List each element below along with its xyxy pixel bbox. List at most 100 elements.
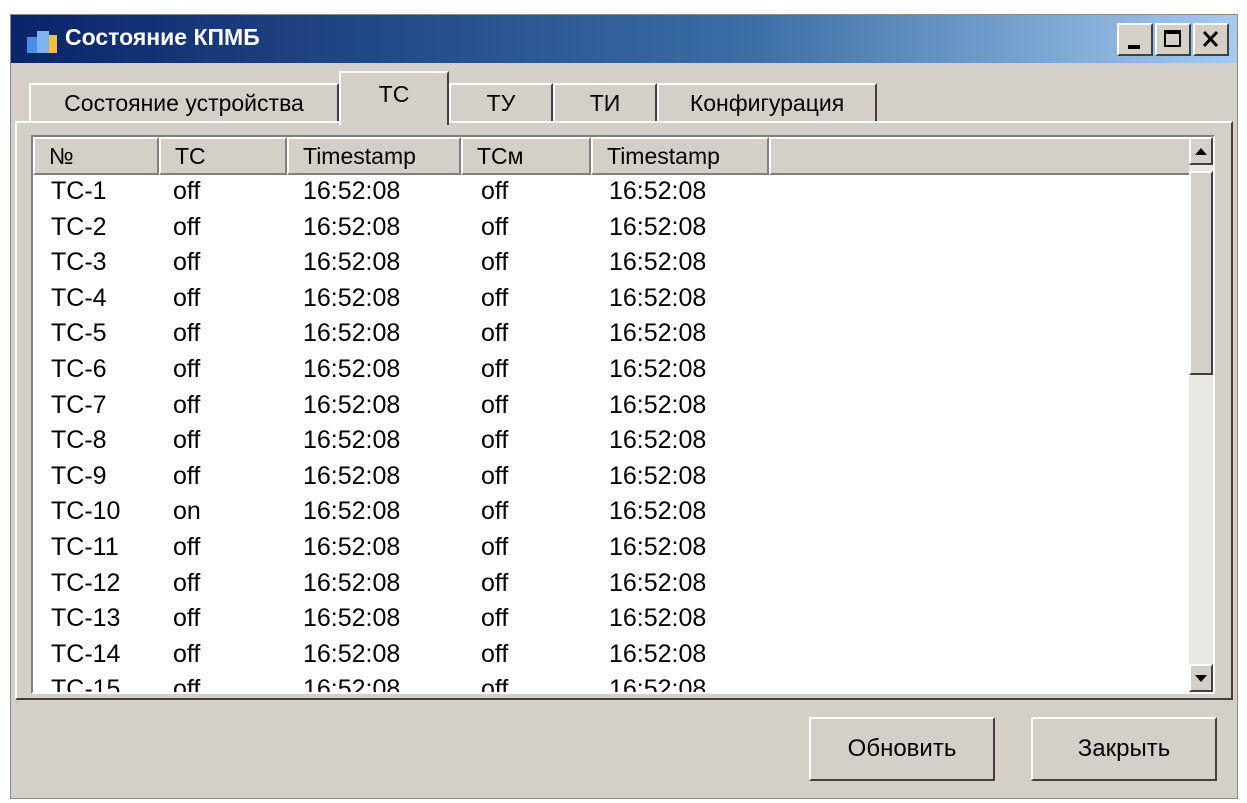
cell-number: ТС-8: [51, 426, 107, 455]
ts-list-view[interactable]: № ТС Timestamp ТСм Timestamp ТС-1 off 16:5…: [31, 135, 1215, 694]
column-header-number[interactable]: №: [33, 137, 159, 175]
cell-timestamp-2: 16:52:08: [609, 248, 707, 277]
tab-strip: Состояние устройства ТС ТУ ТИ Конфигурац…: [11, 71, 1237, 125]
scroll-up-button[interactable]: [1189, 137, 1213, 165]
cell-ts-state: off: [173, 675, 201, 694]
cell-timestamp-2: 16:52:08: [609, 461, 707, 490]
cell-timestamp-2: 16:52:08: [609, 283, 707, 312]
cell-number: ТС-15: [51, 675, 121, 694]
cell-ts-state: off: [173, 461, 201, 490]
cell-timestamp-2: 16:52:08: [609, 177, 707, 205]
cell-timestamp: 16:52:08: [303, 604, 401, 633]
table-row[interactable]: ТС-5 off 16:52:08 off 16:52:08: [33, 317, 1193, 353]
cell-timestamp-2: 16:52:08: [609, 568, 707, 597]
cell-timestamp-2: 16:52:08: [609, 355, 707, 383]
table-row[interactable]: ТС-11 off 16:52:08 off 16:52:08: [33, 531, 1193, 567]
cell-timestamp: 16:52:08: [303, 533, 401, 561]
cell-tsm-state: off: [481, 355, 509, 383]
cell-number: ТС-10: [51, 497, 121, 526]
refresh-button[interactable]: Обновить: [809, 717, 995, 781]
column-header-timestamp-2[interactable]: Timestamp: [591, 137, 769, 175]
tab-tu[interactable]: ТУ: [449, 83, 553, 123]
cell-ts-state: off: [173, 639, 201, 668]
table-row[interactable]: ТС-12 off 16:52:08 off 16:52:08: [33, 567, 1193, 603]
cell-timestamp-2: 16:52:08: [609, 604, 707, 633]
cell-ts-state: off: [173, 283, 201, 312]
minimize-button[interactable]: [1117, 23, 1153, 56]
cell-ts-state: on: [173, 497, 201, 526]
tab-device-status[interactable]: Состояние устройства: [29, 83, 339, 123]
cell-number: ТС-14: [51, 639, 121, 668]
cell-timestamp: 16:52:08: [303, 390, 401, 419]
cell-timestamp-2: 16:52:08: [609, 319, 707, 348]
cell-number: ТС-9: [51, 461, 107, 490]
cell-timestamp: 16:52:08: [303, 497, 401, 526]
maximize-icon: [1164, 30, 1181, 47]
cell-ts-state: off: [173, 390, 201, 419]
table-row[interactable]: ТС-3 off 16:52:08 off 16:52:08: [33, 246, 1193, 282]
scroll-down-button[interactable]: [1189, 664, 1213, 692]
minimize-icon: [1128, 45, 1140, 49]
cell-timestamp: 16:52:08: [303, 639, 401, 668]
cell-timestamp-2: 16:52:08: [609, 675, 707, 694]
cell-number: ТС-1: [51, 177, 107, 205]
cell-tsm-state: off: [481, 533, 509, 561]
cell-timestamp: 16:52:08: [303, 319, 401, 348]
cell-number: ТС-13: [51, 604, 121, 633]
arrow-up-icon: [1195, 148, 1207, 155]
table-row[interactable]: ТС-15 off 16:52:08 off 16:52:08: [33, 673, 1193, 694]
cell-timestamp: 16:52:08: [303, 355, 401, 383]
cell-tsm-state: off: [481, 604, 509, 633]
window-title: Состояние КПМБ: [65, 24, 260, 50]
table-row[interactable]: ТС-6 off 16:52:08 off 16:52:08: [33, 353, 1193, 389]
table-row[interactable]: ТС-8 off 16:52:08 off 16:52:08: [33, 424, 1193, 460]
maximize-button[interactable]: [1155, 23, 1191, 56]
table-row[interactable]: ТС-4 off 16:52:08 off 16:52:08: [33, 282, 1193, 318]
table-row[interactable]: ТС-2 off 16:52:08 off 16:52:08: [33, 211, 1193, 247]
cell-number: ТС-6: [51, 355, 107, 383]
cell-tsm-state: off: [481, 390, 509, 419]
cell-number: ТС-11: [51, 533, 119, 561]
cell-timestamp: 16:52:08: [303, 177, 401, 205]
cell-tsm-state: off: [481, 461, 509, 490]
table-row[interactable]: ТС-7 off 16:52:08 off 16:52:08: [33, 389, 1193, 425]
cell-tsm-state: off: [481, 248, 509, 277]
vertical-scrollbar[interactable]: [1189, 137, 1213, 692]
close-button[interactable]: [1193, 23, 1229, 56]
close-dialog-button[interactable]: Закрыть: [1031, 717, 1217, 781]
cell-timestamp: 16:52:08: [303, 426, 401, 455]
tab-ti[interactable]: ТИ: [553, 83, 657, 123]
table-row[interactable]: ТС-1 off 16:52:08 off 16:52:08: [33, 175, 1193, 211]
cell-timestamp-2: 16:52:08: [609, 426, 707, 455]
column-header-ts[interactable]: ТС: [159, 137, 287, 175]
cell-ts-state: off: [173, 319, 201, 348]
column-header-timestamp[interactable]: Timestamp: [287, 137, 461, 175]
table-row[interactable]: ТС-9 off 16:52:08 off 16:52:08: [33, 460, 1193, 496]
cell-tsm-state: off: [481, 639, 509, 668]
title-bar[interactable]: Состояние КПМБ: [11, 15, 1237, 63]
arrow-down-icon: [1195, 675, 1207, 682]
cell-ts-state: off: [173, 604, 201, 633]
cell-tsm-state: off: [481, 675, 509, 694]
cell-timestamp-2: 16:52:08: [609, 639, 707, 668]
cell-timestamp-2: 16:52:08: [609, 390, 707, 419]
table-row[interactable]: ТС-10 on 16:52:08 off 16:52:08: [33, 495, 1193, 531]
cell-ts-state: off: [173, 568, 201, 597]
scroll-thumb[interactable]: [1189, 171, 1213, 375]
cell-ts-state: off: [173, 533, 201, 561]
tab-ts[interactable]: ТС: [339, 71, 449, 125]
cell-timestamp: 16:52:08: [303, 568, 401, 597]
cell-ts-state: off: [173, 212, 201, 241]
app-icon: [27, 31, 57, 53]
cell-ts-state: off: [173, 177, 201, 205]
table-row[interactable]: ТС-13 off 16:52:08 off 16:52:08: [33, 602, 1193, 638]
cell-timestamp: 16:52:08: [303, 248, 401, 277]
tab-configuration[interactable]: Конфигурация: [657, 83, 877, 123]
table-row[interactable]: ТС-14 off 16:52:08 off 16:52:08: [33, 638, 1193, 674]
column-header-filler: [769, 137, 1193, 175]
cell-tsm-state: off: [481, 177, 509, 205]
column-header-tsm[interactable]: ТСм: [461, 137, 591, 175]
kpmb-status-window: Состояние КПМБ Состояние устройства ТС Т…: [10, 14, 1238, 799]
cell-ts-state: off: [173, 248, 201, 277]
column-headers: № ТС Timestamp ТСм Timestamp: [33, 137, 1193, 175]
